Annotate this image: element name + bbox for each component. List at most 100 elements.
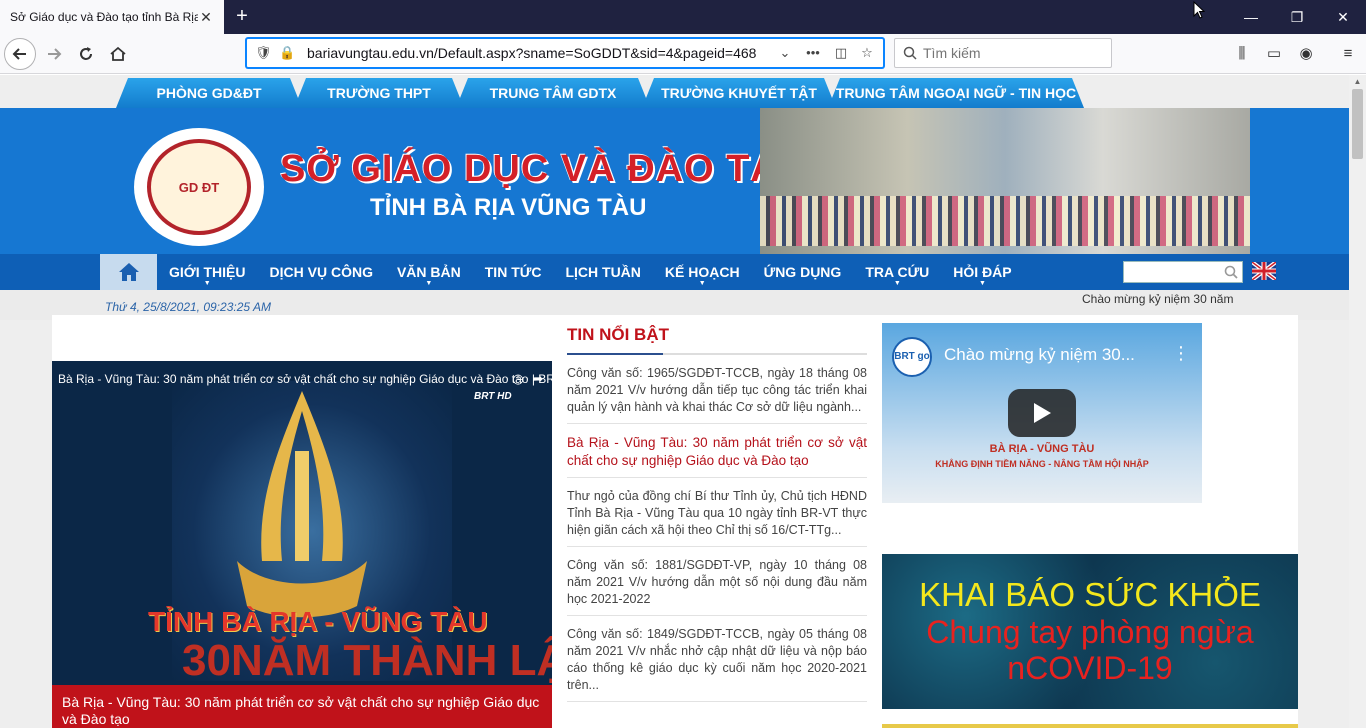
youtube-embed[interactable]: BRT go Chào mừng kỷ niệm 30... ⋮ BÀ RỊA … bbox=[882, 323, 1202, 503]
nav-home-button[interactable] bbox=[100, 254, 157, 290]
banner-title: SỞ GIÁO DỤC VÀ ĐÀO TẠO bbox=[280, 148, 810, 190]
subsite-tab-ngoai-ngu-tin-hoc[interactable]: TRUNG TÂM NGOẠI NGỮ - TIN HỌC bbox=[828, 78, 1084, 108]
news-item-highlight[interactable]: Bà Rịa - Vũng Tàu: 30 năm phát triển cơ … bbox=[567, 424, 867, 478]
video-caption[interactable]: Bà Rịa - Vũng Tàu: 30 năm phát triển cơ … bbox=[52, 685, 552, 728]
youtube-thumb-line2: KHẲNG ĐỊNH TIỀM NĂNG - NÂNG TẦM HỘI NHẬP bbox=[935, 459, 1149, 469]
featured-news: TIN NỔI BẬT Công văn số: 1965/SGDĐT-TCCB… bbox=[567, 325, 867, 702]
reload-button[interactable] bbox=[70, 38, 102, 70]
caret-down-icon: ▼ bbox=[979, 280, 986, 287]
next-banner-edge[interactable] bbox=[882, 724, 1298, 728]
watch-later-icon[interactable]: ◷ bbox=[510, 371, 526, 387]
menu-hamburger-icon[interactable]: ≡ bbox=[1338, 44, 1358, 64]
home-button[interactable] bbox=[102, 38, 134, 70]
subsite-tab-truong-khuyet-tat[interactable]: TRƯỜNG KHUYẾT TẬT bbox=[642, 78, 836, 108]
play-icon bbox=[1034, 403, 1051, 423]
caret-down-icon: ▼ bbox=[893, 280, 901, 287]
covid-banner-virus: nCOVID-19 bbox=[1007, 650, 1173, 686]
play-button[interactable] bbox=[1008, 389, 1076, 437]
photo-people bbox=[760, 196, 1250, 246]
search-icon bbox=[903, 46, 917, 60]
subsite-tab-phong-gddt[interactable]: PHÒNG GD&ĐT bbox=[116, 78, 302, 108]
covid-banner-slogan: Chung tay phòng ngừa bbox=[926, 614, 1254, 650]
browser-tab-active[interactable]: Sở Giáo dục và Đào tạo tỉnh Bà Rịa- ✕ bbox=[0, 0, 224, 34]
news-item[interactable]: Thư ngỏ của đồng chí Bí thư Tỉnh ủy, Chủ… bbox=[567, 478, 867, 547]
menu-item-ke-hoach[interactable]: KẾ HOẠCH ▼ bbox=[653, 254, 752, 290]
shield-icon[interactable]: 🛡 bbox=[255, 45, 272, 61]
main-menu: GIỚI THIỆU ▼ DỊCH VỤ CÔNG VĂN BẢN ▼ TIN TỨ… bbox=[157, 254, 1024, 290]
caret-down-icon: ▼ bbox=[425, 280, 433, 287]
sidebar-icon[interactable]: ▭ bbox=[1264, 44, 1284, 64]
site-search-box[interactable] bbox=[1123, 261, 1243, 283]
youtube-title[interactable]: Chào mừng kỷ niệm 30... bbox=[944, 345, 1135, 365]
caret-down-icon: ▼ bbox=[698, 280, 706, 287]
menu-item-lich-tuan[interactable]: LỊCH TUẦN bbox=[553, 254, 652, 290]
mouse-cursor-icon bbox=[1193, 1, 1205, 19]
covid-health-declaration-banner[interactable]: KHAI BÁO SỨC KHỎE Chung tay phòng ngừa n… bbox=[882, 554, 1298, 709]
scroll-thumb[interactable] bbox=[1352, 89, 1363, 159]
main-navigation: GIỚI THIỆU ▼ DỊCH VỤ CÔNG VĂN BẢN ▼ TIN TỨ… bbox=[0, 254, 1349, 290]
minimize-icon[interactable]: — bbox=[1228, 0, 1274, 34]
account-icon[interactable]: ◉ bbox=[1296, 44, 1316, 64]
site-banner: GD ĐT SỞ GIÁO DỤC VÀ ĐÀO TẠO TỈNH BÀ RỊA… bbox=[0, 108, 1349, 254]
browser-search-input[interactable] bbox=[923, 44, 1103, 62]
subsite-tab-truong-thpt[interactable]: TRƯỜNG THPT bbox=[294, 78, 464, 108]
menu-item-dich-vu-cong[interactable]: DỊCH VỤ CÔNG bbox=[258, 254, 385, 290]
url-bar[interactable]: 🛡 🔒 bariavungtau.edu.vn/Default.aspx?sna… bbox=[246, 38, 884, 68]
page-scrollbar[interactable]: ▲ bbox=[1349, 75, 1366, 728]
browser-search-box[interactable] bbox=[894, 38, 1112, 68]
banner-group-photo bbox=[760, 108, 1250, 254]
home-icon bbox=[110, 46, 126, 61]
main-content: Bà Rịa - Vũng Tàu: 30 năm phát triển cơ … bbox=[52, 315, 1298, 728]
browser-toolbar: 🛡 🔒 bariavungtau.edu.vn/Default.aspx?sna… bbox=[0, 34, 1366, 74]
arrow-left-icon bbox=[12, 48, 26, 60]
logo-emblem: GD ĐT bbox=[147, 139, 251, 235]
featured-video[interactable]: Bà Rịa - Vũng Tàu: 30 năm phát triển cơ … bbox=[52, 361, 552, 728]
banner-subtitle: TỈNH BÀ RỊA VŨNG TÀU bbox=[370, 194, 647, 221]
forward-button[interactable] bbox=[38, 38, 70, 70]
web-page: PHÒNG GD&ĐT TRƯỜNG THPT TRUNG TÂM GDTX T… bbox=[0, 75, 1349, 728]
window-close-icon[interactable]: ✕ bbox=[1320, 0, 1366, 34]
news-item[interactable]: Công văn số: 1881/SGDĐT-VP, ngày 10 thán… bbox=[567, 547, 867, 616]
featured-news-heading: TIN NỔI BẬT bbox=[567, 325, 867, 355]
current-date: Thứ 4, 25/8/2021, 09:23:25 AM bbox=[105, 300, 271, 314]
reload-icon bbox=[80, 47, 92, 60]
library-icon[interactable]: ⫼ bbox=[1232, 44, 1252, 64]
url-text[interactable]: bariavungtau.edu.vn/Default.aspx?sname=S… bbox=[307, 45, 756, 61]
menu-item-tra-cuu[interactable]: TRA CỨU ▼ bbox=[853, 254, 941, 290]
more-vertical-icon[interactable]: ⋮ bbox=[1172, 343, 1190, 364]
new-tab-icon[interactable]: + bbox=[230, 4, 254, 28]
uk-flag-icon[interactable] bbox=[1252, 262, 1276, 280]
video-title[interactable]: Bà Rịa - Vũng Tàu: 30 năm phát triển cơ … bbox=[58, 372, 552, 386]
share-icon[interactable]: ➦ bbox=[530, 371, 546, 387]
video-overlay-anniversary: 30NĂM THÀNH LẬP bbox=[182, 636, 552, 685]
subsite-tab-trung-tam-gdtx[interactable]: TRUNG TÂM GDTX bbox=[456, 78, 650, 108]
news-item[interactable]: Công văn số: 1849/SGDĐT-TCCB, ngày 05 th… bbox=[567, 616, 867, 702]
page-actions-icon[interactable]: ••• bbox=[805, 45, 821, 61]
site-search-input[interactable] bbox=[1124, 262, 1220, 282]
pocket-icon[interactable]: ◫ bbox=[833, 45, 849, 61]
menu-item-ung-dung[interactable]: ỨNG DỤNG bbox=[752, 254, 854, 290]
news-item[interactable]: Công văn số: 1965/SGDĐT-TCCB, ngày 18 th… bbox=[567, 355, 867, 424]
back-button[interactable] bbox=[4, 38, 36, 70]
search-icon[interactable] bbox=[1224, 265, 1238, 279]
brt-hd-logo: BRT HD bbox=[474, 391, 512, 402]
menu-item-tin-tuc[interactable]: TIN TỨC bbox=[473, 254, 554, 290]
menu-item-hoi-dap[interactable]: HỎI ĐÁP ▼ bbox=[941, 254, 1023, 290]
covid-banner-title: KHAI BÁO SỨC KHỎE bbox=[919, 576, 1261, 613]
menu-item-gioi-thieu[interactable]: GIỚI THIỆU ▼ bbox=[157, 254, 258, 290]
bookmark-star-icon[interactable]: ☆ bbox=[859, 45, 875, 61]
browser-tab-bar: Sở Giáo dục và Đào tạo tỉnh Bà Rịa- ✕ + … bbox=[0, 0, 1366, 34]
tab-close-icon[interactable]: ✕ bbox=[198, 9, 214, 26]
chevron-down-icon[interactable]: ⌄ bbox=[777, 45, 793, 61]
site-logo[interactable]: GD ĐT bbox=[134, 128, 264, 246]
scroll-up-icon[interactable]: ▲ bbox=[1349, 75, 1366, 89]
menu-item-van-ban[interactable]: VĂN BẢN ▼ bbox=[385, 254, 473, 290]
monument-emblem-icon bbox=[237, 391, 367, 618]
tab-title: Sở Giáo dục và Đào tạo tỉnh Bà Rịa- bbox=[10, 10, 198, 24]
youtube-thumb-line1: BÀ RỊA - VŨNG TÀU bbox=[989, 443, 1095, 455]
marquee-text[interactable]: Chào mừng kỷ niệm 30 năm bbox=[1082, 292, 1233, 306]
insecure-lock-icon[interactable]: 🔒 bbox=[279, 45, 295, 61]
video-overlay-province: TỈNH BÀ RỊA - VŨNG TÀU bbox=[148, 606, 488, 637]
restore-icon[interactable]: ❐ bbox=[1274, 0, 1320, 34]
channel-avatar[interactable]: BRT go bbox=[892, 337, 932, 377]
